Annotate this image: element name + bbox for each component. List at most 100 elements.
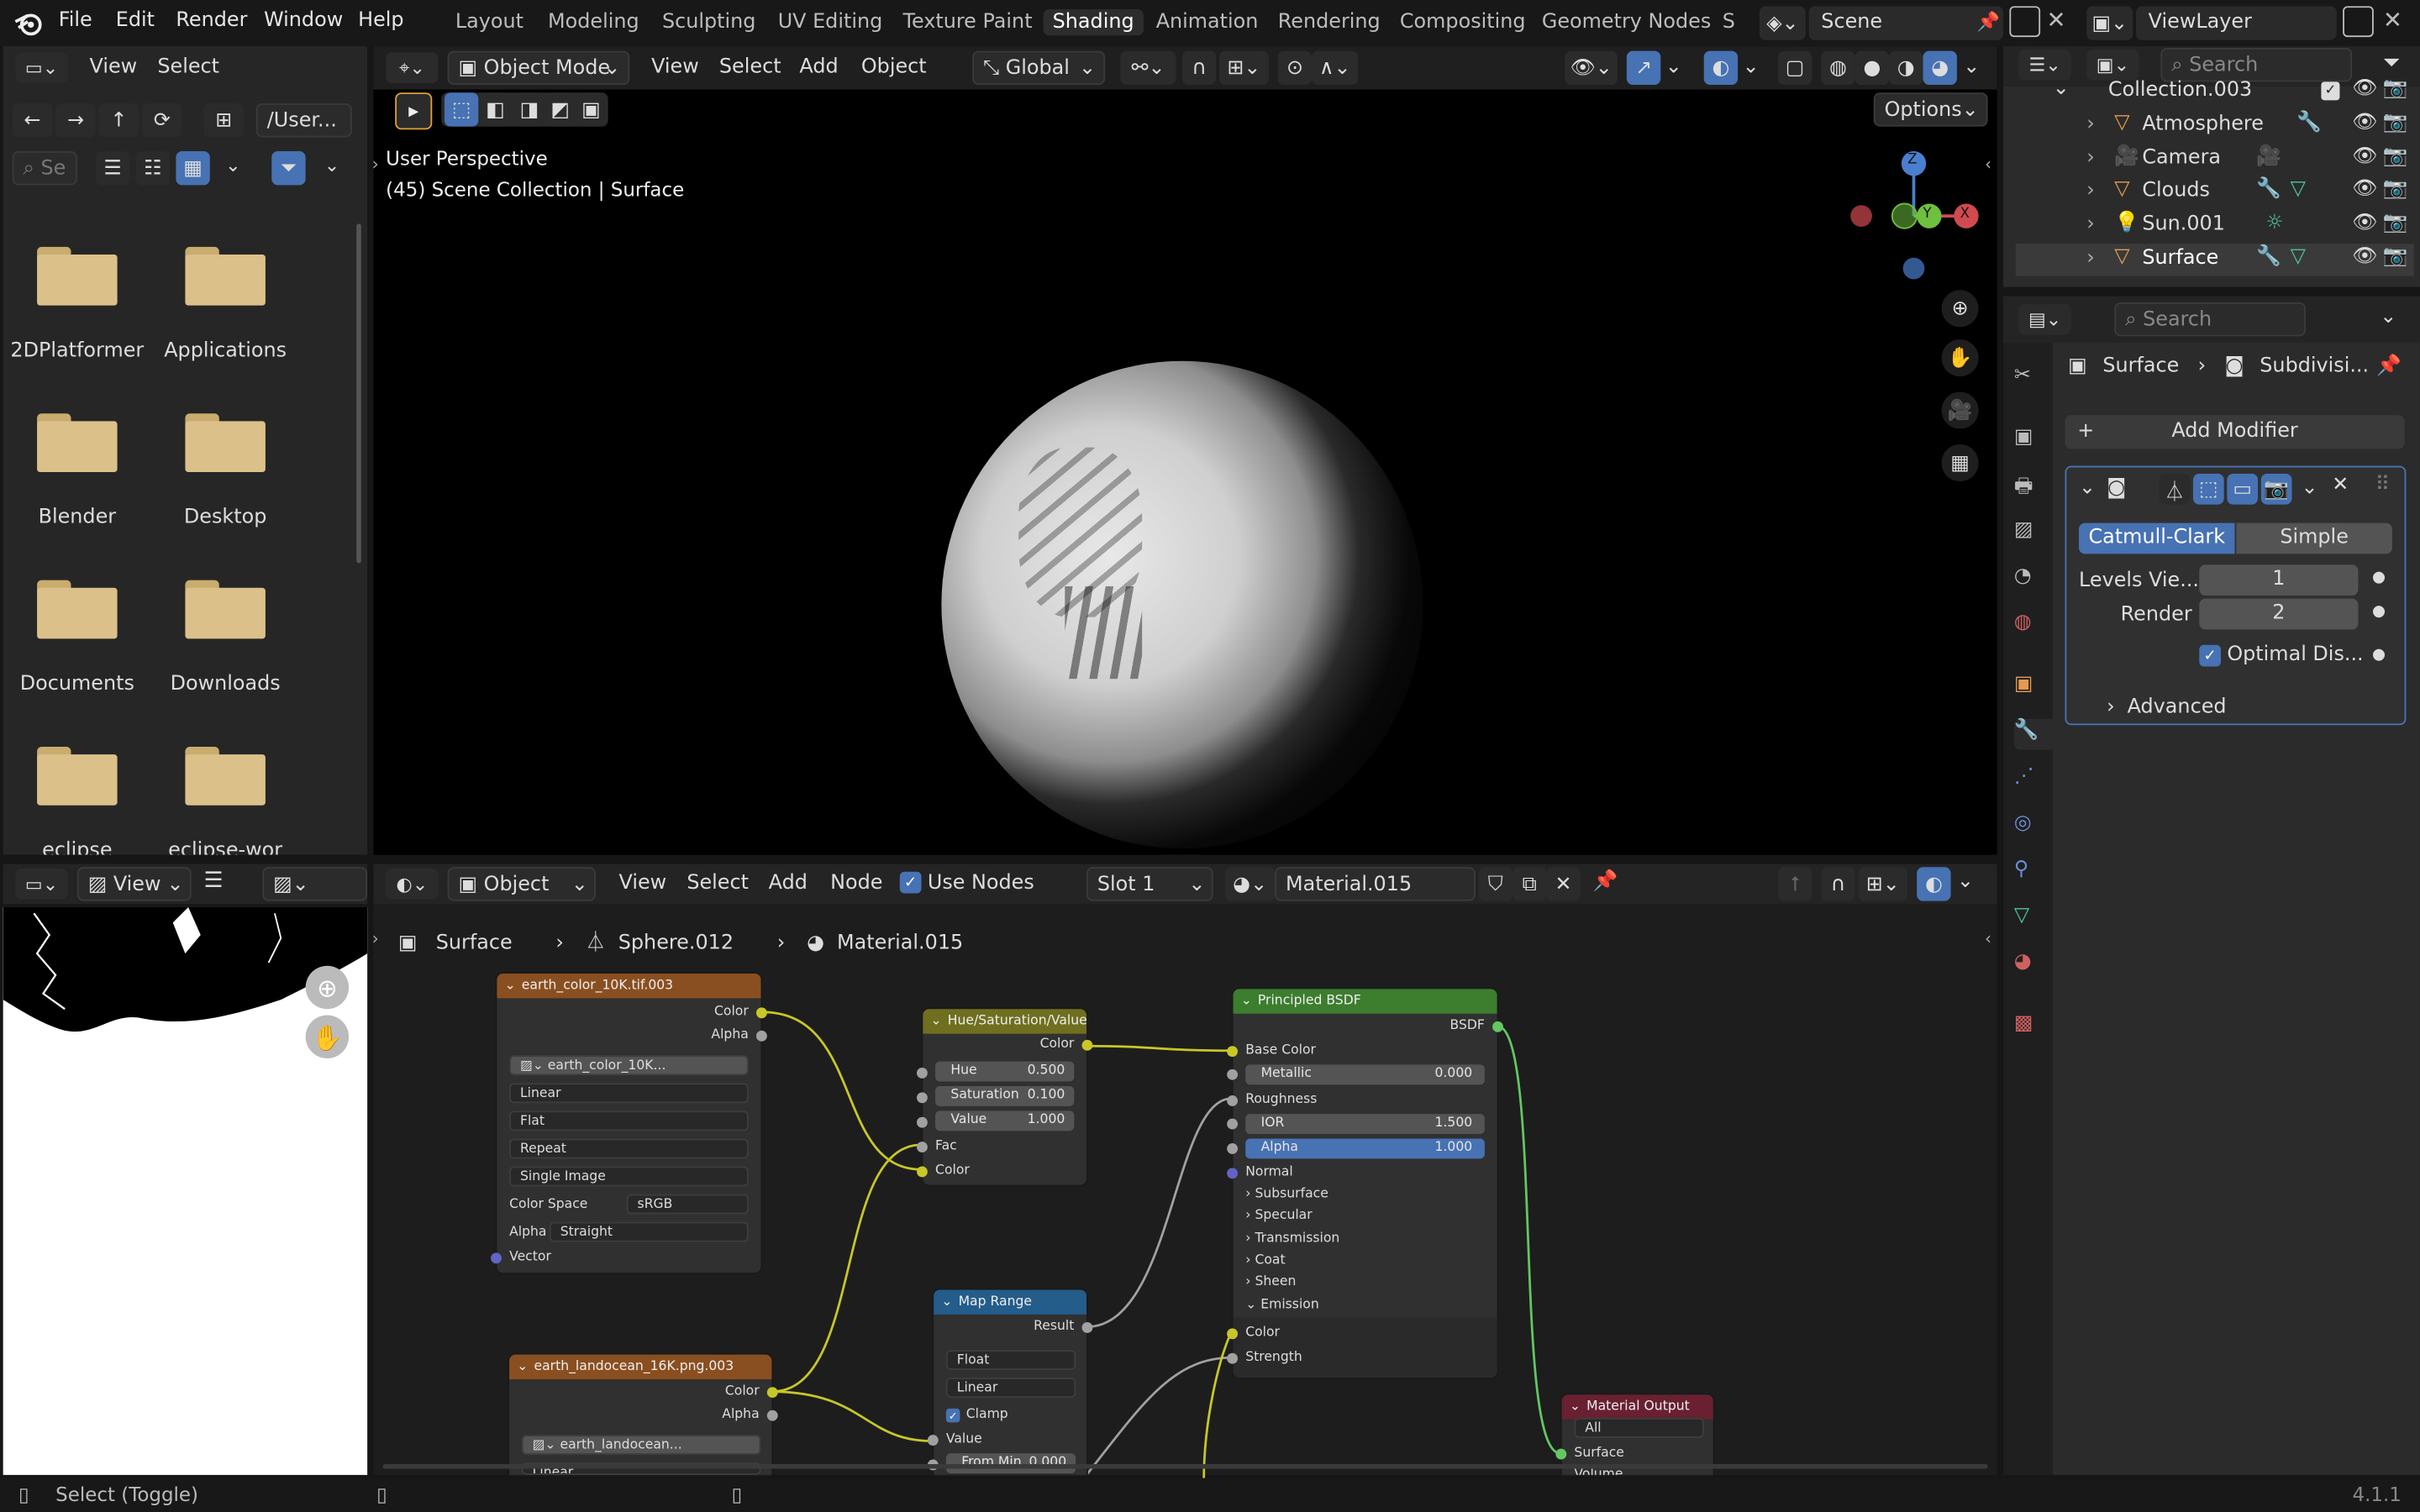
catmull-clark-button[interactable]: Catmull-Clark: [2079, 522, 2235, 554]
target-dropdown[interactable]: All: [1574, 1417, 1704, 1438]
panel-coat[interactable]: › Coat: [1245, 1252, 1285, 1268]
view-layer-tab-icon[interactable]: ▨: [2014, 518, 2045, 549]
outliner-item-surface[interactable]: › ▽ Surface 🔧 ▽ 👁 📷: [2015, 244, 2414, 276]
socket-fac-in[interactable]: [916, 1142, 928, 1153]
node-image-texture[interactable]: ⌄ earth_color_10K.tif.003 Color Alpha ▨⌄ …: [491, 973, 767, 1273]
editor-type-icon[interactable]: ☰⌄: [2018, 49, 2071, 81]
output-tab-icon[interactable]: 🖶: [2014, 472, 2045, 503]
collapse-chevron-icon[interactable]: ⌄: [2079, 477, 2096, 501]
data-tab-icon[interactable]: ▽: [2014, 904, 2045, 935]
source-dropdown[interactable]: Single Image: [509, 1166, 749, 1187]
image-selector[interactable]: ▨⌄ earth_landocean...: [521, 1435, 761, 1456]
chevron-down-icon[interactable]: ⌄: [2380, 306, 2396, 329]
material-tab-icon[interactable]: ◕: [2014, 950, 2045, 981]
optimal-display-checkbox[interactable]: ✓: [2199, 644, 2222, 667]
outliner-collection-row[interactable]: ⌄ Collection.003 ✓ 👁 📷: [2016, 77, 2414, 105]
socket-base-color-in[interactable]: [1227, 1046, 1239, 1058]
eye-icon[interactable]: 👁: [2352, 212, 2377, 235]
alpha-field[interactable]: Alpha 1.000: [1245, 1138, 1485, 1159]
node-map-range[interactable]: ⌄ Map Range Result Float Linear ✓ Clamp V…: [927, 1289, 1093, 1475]
metallic-field[interactable]: Metallic 0.000: [1245, 1064, 1485, 1085]
socket-normal-in[interactable]: [1227, 1168, 1239, 1179]
node-header[interactable]: ⌄ Map Range: [934, 1289, 1087, 1315]
outliner-item-atmosphere[interactable]: › ▽ Atmosphere 🔧 👁 📷: [2016, 109, 2414, 142]
socket-surface-in[interactable]: [1555, 1448, 1567, 1460]
camera-render-icon[interactable]: 📷: [2383, 177, 2408, 201]
data-type-dropdown[interactable]: Float: [945, 1350, 1076, 1370]
object-tab-icon[interactable]: ▣: [2014, 673, 2045, 704]
physics-tab-icon[interactable]: ◎: [2014, 811, 2045, 843]
panel-sheen[interactable]: › Sheen: [1245, 1274, 1296, 1289]
alpha-mode-dropdown[interactable]: Straight: [549, 1221, 749, 1242]
socket-result-out[interactable]: [1081, 1322, 1093, 1333]
outliner-item-sun[interactable]: › 💡 Sun.001 ☼ 👁 📷: [2016, 210, 2414, 243]
properties-search-input[interactable]: ⌕ Search: [2114, 302, 2307, 337]
exclude-checkbox[interactable]: ✓: [2321, 81, 2340, 101]
panel-emission[interactable]: ⌄ Emission: [1245, 1298, 1319, 1313]
keyframe-dot-icon[interactable]: ●: [2372, 603, 2386, 620]
drag-handle-icon[interactable]: ⠿: [2375, 474, 2391, 497]
eye-icon[interactable]: 👁: [2352, 245, 2377, 269]
world-tab-icon[interactable]: ◍: [2014, 611, 2045, 642]
camera-render-icon[interactable]: 📷: [2383, 245, 2408, 269]
render-levels-field[interactable]: 2: [2199, 598, 2359, 630]
saturation-field[interactable]: Saturation 0.100: [935, 1086, 1075, 1106]
add-modifier-button[interactable]: + Add Modifier: [2065, 415, 2405, 449]
socket-vector-in[interactable]: [491, 1252, 502, 1264]
keyframe-dot-icon[interactable]: ●: [2372, 647, 2386, 664]
socket-color-out[interactable]: [1081, 1039, 1093, 1051]
levels-viewport-field[interactable]: 1: [2199, 564, 2359, 596]
interpolation-dropdown[interactable]: Linear: [509, 1083, 749, 1104]
node-image-texture[interactable]: ⌄ earth_landocean_16K.png.003 Color Alpha…: [509, 1354, 778, 1475]
value-field[interactable]: Value 1.000: [935, 1110, 1075, 1131]
node-hue-saturation-value[interactable]: ⌄ Hue/Saturation/Value Color Hue 0.500 Sat…: [916, 1009, 1093, 1185]
node-header[interactable]: ⌄ earth_landocean_16K.png.003: [509, 1354, 772, 1380]
panel-specular[interactable]: › Specular: [1245, 1208, 1312, 1223]
clamp-checkbox[interactable]: ✓: [945, 1408, 960, 1423]
chevron-right-icon[interactable]: ›: [2086, 179, 2095, 202]
eye-icon[interactable]: 👁: [2352, 111, 2377, 134]
chevron-right-icon[interactable]: ›: [2086, 146, 2095, 170]
collapse-chevron-icon[interactable]: ⌄: [941, 1289, 952, 1314]
display-mode-icon[interactable]: ▣⌄: [2086, 49, 2139, 81]
edit-mode-icon[interactable]: ⬚: [2192, 473, 2224, 505]
panel-subsurface[interactable]: › Subsurface: [1245, 1186, 1328, 1201]
viewport-display-icon[interactable]: ▭: [2227, 473, 2259, 505]
node-editor-scrollbar[interactable]: [382, 1464, 1988, 1469]
socket-emission-strength-in[interactable]: [1227, 1352, 1239, 1364]
node-header[interactable]: ⌄ Hue/Saturation/Value: [923, 1009, 1087, 1034]
advanced-subpanel[interactable]: › Advanced: [2107, 696, 2226, 719]
modifier-tab-icon[interactable]: 🔧: [2013, 718, 2054, 750]
camera-render-icon[interactable]: 📷: [2383, 145, 2408, 169]
node-header[interactable]: ⌄ earth_color_10K.tif.003: [497, 973, 761, 999]
tool-tab-icon[interactable]: ✂: [2014, 364, 2045, 395]
socket-color-in[interactable]: [916, 1166, 928, 1178]
socket-color-out[interactable]: [766, 1387, 778, 1399]
close-icon[interactable]: ✕: [2332, 474, 2349, 497]
eye-icon[interactable]: 👁: [2352, 145, 2377, 169]
socket-alpha-out[interactable]: [766, 1410, 778, 1421]
texture-tab-icon[interactable]: ▩: [2014, 1012, 2045, 1043]
panel-transmission[interactable]: › Transmission: [1245, 1231, 1339, 1247]
scene-tab-icon[interactable]: ◔: [2014, 564, 2045, 596]
socket-alpha-out[interactable]: [755, 1030, 767, 1042]
collapse-chevron-icon[interactable]: ⌄: [1570, 1394, 1581, 1419]
color-space-dropdown[interactable]: sRGB: [626, 1194, 749, 1215]
keyframe-dot-icon[interactable]: ●: [2372, 570, 2386, 586]
image-selector[interactable]: ▨⌄ earth_color_10K...: [509, 1055, 749, 1076]
edit-cage-icon[interactable]: ⏃: [2159, 473, 2191, 505]
render-display-icon[interactable]: 📷: [2260, 473, 2292, 505]
outliner-item-clouds[interactable]: › ▽ Clouds 🔧 ▽ 👁 📷: [2016, 176, 2414, 208]
socket-hue-in[interactable]: [916, 1067, 928, 1079]
render-tab-icon[interactable]: ▣: [2014, 426, 2045, 457]
socket-roughness-in[interactable]: [1227, 1095, 1239, 1106]
eye-icon[interactable]: 👁: [2352, 77, 2377, 101]
extension-dropdown[interactable]: Repeat: [509, 1138, 749, 1159]
hue-field[interactable]: Hue 0.500: [935, 1061, 1075, 1082]
collapse-chevron-icon[interactable]: ⌄: [1241, 989, 1252, 1013]
chevron-right-icon[interactable]: ›: [2086, 113, 2095, 136]
projection-dropdown[interactable]: Flat: [509, 1110, 749, 1131]
interpolation-dropdown[interactable]: Linear: [945, 1378, 1076, 1399]
node-header[interactable]: ⌄ Material Output: [1561, 1394, 1713, 1420]
socket-saturation-in[interactable]: [916, 1092, 928, 1104]
